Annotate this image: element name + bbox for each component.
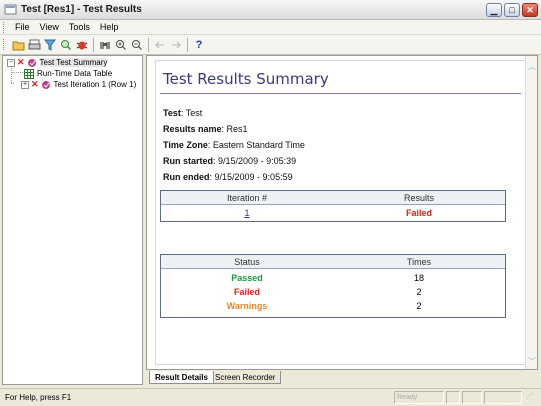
table-row: Failed 2 xyxy=(161,285,505,299)
maximize-button[interactable]: □ xyxy=(504,3,520,17)
info-value: 9/15/2009 - 9:05:39 xyxy=(218,156,297,166)
info-results-name: Results name: Res1 xyxy=(163,124,248,134)
scroll-up-icon[interactable]: ︿ xyxy=(527,62,537,72)
tree-node-label: Test Test Summary xyxy=(39,58,108,67)
tree-connector xyxy=(11,83,14,84)
toolbar-grip xyxy=(3,39,6,50)
open-icon[interactable] xyxy=(11,38,25,52)
table-header: Status Times xyxy=(161,255,505,269)
title-divider xyxy=(160,93,521,94)
page-title: Test Results Summary xyxy=(163,70,329,88)
column-header: Iteration # xyxy=(226,192,268,203)
iteration-icon xyxy=(41,80,50,89)
menu-tools[interactable]: Tools xyxy=(64,22,95,32)
info-value: Test xyxy=(185,108,203,118)
help-icon[interactable]: ? xyxy=(192,38,206,52)
bug-icon[interactable] xyxy=(75,38,89,52)
table-row: Passed 18 xyxy=(161,271,505,285)
tree-panel: − ✕ Test Test Summary Run-Time Data Tabl… xyxy=(2,55,143,385)
info-value: Res1 xyxy=(226,124,248,134)
tab-screen-recorder[interactable]: Screen Recorder xyxy=(210,371,282,384)
status-failed: Failed xyxy=(233,287,260,297)
tree-node-label: Run-Time Data Table xyxy=(37,69,113,78)
filter-icon[interactable] xyxy=(43,38,57,52)
window-controls: ▁ □ ✕ xyxy=(486,3,538,17)
collapse-toggle[interactable]: − xyxy=(7,58,15,67)
menu-view[interactable]: View xyxy=(35,22,64,32)
failed-status-icon: ✕ xyxy=(17,57,25,67)
forward-arrow-icon[interactable] xyxy=(169,38,183,52)
tree-node-label: Test Iteration 1 (Row 1) xyxy=(53,80,137,89)
info-label: Results name xyxy=(163,124,222,134)
table-header: Iteration # Results xyxy=(161,191,505,205)
info-label: Time Zone xyxy=(163,140,208,150)
status-ready: Ready xyxy=(394,391,444,404)
tree-node-datatable[interactable]: Run-Time Data Table xyxy=(24,68,112,79)
app-icon xyxy=(4,4,17,15)
table-row: Warnings 2 xyxy=(161,299,505,313)
times-cell: 2 xyxy=(416,301,422,311)
times-cell: 2 xyxy=(416,287,422,297)
toolbar: ? xyxy=(0,35,541,55)
test-summary-icon xyxy=(27,58,36,67)
resize-grip-icon[interactable]: ⋰ xyxy=(524,391,538,404)
close-button[interactable]: ✕ xyxy=(522,3,538,17)
find-icon[interactable] xyxy=(98,38,112,52)
column-header: Status xyxy=(234,256,260,267)
table-row: 1 Failed xyxy=(161,205,505,221)
title-bar: Test [Res1] - Test Results ▁ □ ✕ xyxy=(0,0,541,20)
zoom-in-icon[interactable] xyxy=(114,38,128,52)
menu-help[interactable]: Help xyxy=(95,22,124,32)
vertical-scrollbar[interactable]: ︿ ﹀ xyxy=(525,56,537,369)
status-panel xyxy=(446,391,460,404)
info-label: Test xyxy=(163,108,181,118)
info-run-started: Run started: 9/15/2009 - 9:05:39 xyxy=(163,156,297,166)
status-table: Status Times Passed 18 Failed 2 Warnings… xyxy=(160,254,506,318)
results-panel: ︿ ﹀ Test Results Summary Test: Test Resu… xyxy=(146,55,538,370)
status-bar: For Help, press F1 Ready ⋰ xyxy=(0,388,541,406)
menu-file[interactable]: File xyxy=(10,22,35,32)
menu-grip xyxy=(3,21,6,33)
search-icon[interactable] xyxy=(59,38,73,52)
tree-node-root[interactable]: − ✕ Test Test Summary xyxy=(7,57,108,68)
toolbar-separator xyxy=(148,37,149,52)
info-value: 9/15/2009 - 9:05:59 xyxy=(214,172,293,182)
iteration-cell: 1 xyxy=(161,208,333,218)
tree-connector xyxy=(11,72,23,73)
info-value: Eastern Standard Time xyxy=(212,140,305,150)
column-header: Times xyxy=(406,256,432,267)
window-title: Test [Res1] - Test Results xyxy=(21,4,142,15)
tree-connector xyxy=(11,68,12,83)
tree-node-iteration[interactable]: + ✕ Test Iteration 1 (Row 1) xyxy=(21,79,136,90)
status-help-text: For Help, press F1 xyxy=(5,393,72,402)
status-panel xyxy=(484,391,522,404)
status-passed: Passed xyxy=(231,273,263,283)
iteration-link[interactable]: 1 xyxy=(244,208,249,218)
status-panel xyxy=(462,391,482,404)
back-arrow-icon[interactable] xyxy=(153,38,167,52)
print-icon[interactable] xyxy=(27,38,41,52)
status-warnings: Warnings xyxy=(226,301,268,311)
result-cell: Failed xyxy=(405,208,432,218)
info-test: Test: Test xyxy=(163,108,203,118)
tab-result-details[interactable]: Result Details xyxy=(149,371,214,384)
info-label: Run ended xyxy=(163,172,210,182)
column-header: Results xyxy=(403,192,434,203)
info-label: Run started xyxy=(163,156,214,166)
iteration-table: Iteration # Results 1 Failed xyxy=(160,190,506,222)
times-cell: 18 xyxy=(413,273,424,283)
toolbar-separator xyxy=(187,37,188,52)
zoom-out-icon[interactable] xyxy=(130,38,144,52)
toolbar-separator xyxy=(93,37,94,52)
minimize-button[interactable]: ▁ xyxy=(486,3,502,17)
failed-status-icon: ✕ xyxy=(31,79,39,89)
info-time-zone: Time Zone: Eastern Standard Time xyxy=(163,140,305,150)
info-run-ended: Run ended: 9/15/2009 - 9:05:59 xyxy=(163,172,293,182)
expand-toggle[interactable]: + xyxy=(21,80,29,89)
menu-bar: File View Tools Help xyxy=(0,20,541,35)
view-tabs: Result Details Screen Recorder xyxy=(146,371,538,385)
data-table-icon xyxy=(24,68,34,79)
scroll-down-icon[interactable]: ﹀ xyxy=(527,357,537,367)
